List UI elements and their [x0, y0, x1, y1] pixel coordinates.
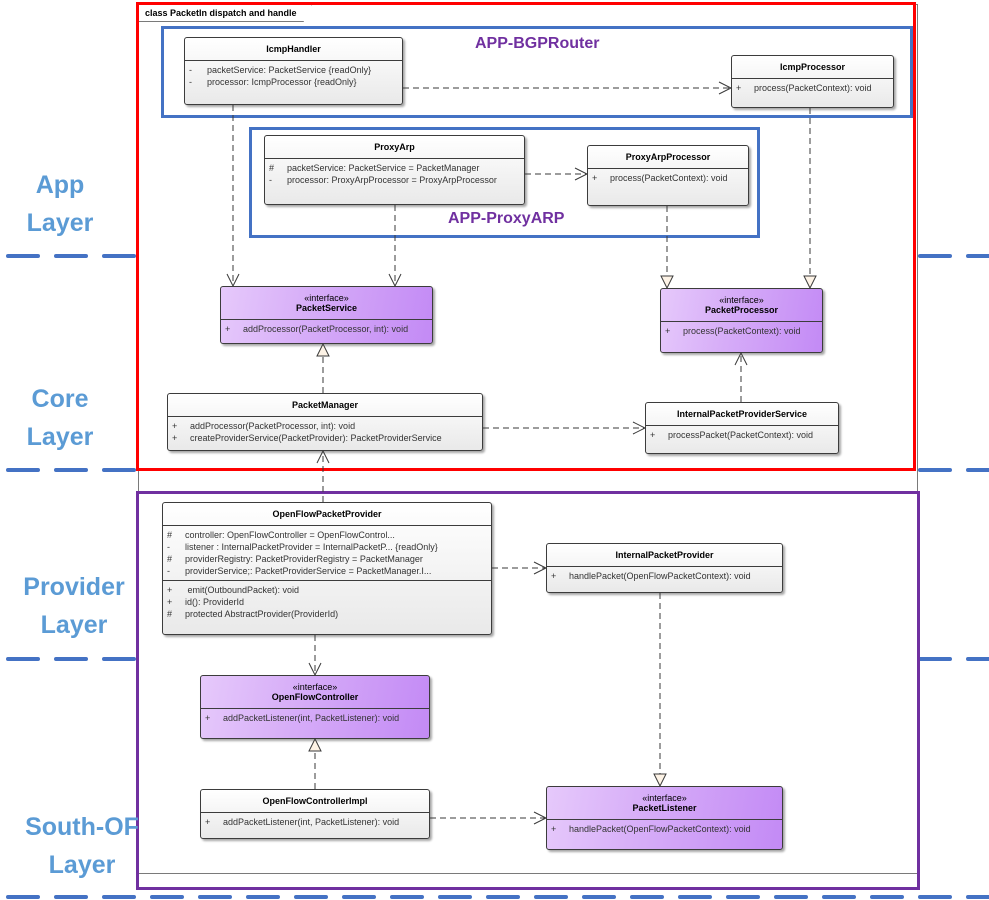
realization-arrowhead [308, 737, 322, 752]
realization-arrowhead [803, 275, 817, 290]
realization-arrowhead [653, 773, 667, 788]
realization-arrowhead [316, 342, 330, 357]
diagram-canvas: class PacketIn dispatch and handle APP-B… [0, 0, 989, 900]
realization-arrowhead [660, 275, 674, 290]
relation-edges [226, 81, 817, 825]
